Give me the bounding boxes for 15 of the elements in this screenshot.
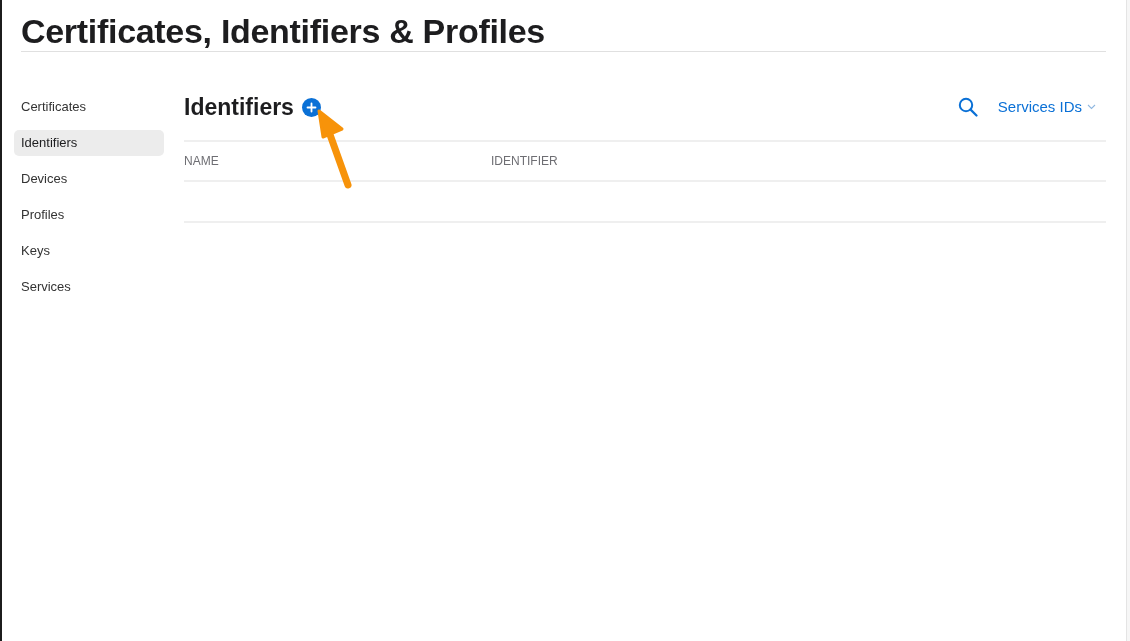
sidebar-item[interactable]: Devices (14, 166, 164, 192)
column-header: NAME (184, 153, 220, 170)
sidebar-item[interactable]: Profiles (14, 202, 164, 228)
page-title: Certificates, Identifiers & Profiles (21, 12, 545, 50)
add-icon[interactable] (301, 97, 321, 117)
sidebar-item[interactable]: Services (14, 274, 164, 300)
search-icon[interactable] (957, 97, 978, 117)
chevron-down-icon (1087, 104, 1096, 110)
column-header: IDENTIFIER (491, 153, 558, 170)
sidebar-item[interactable]: Keys (14, 238, 164, 264)
sidebar-item[interactable]: Certificates (14, 94, 164, 120)
sidebar-item[interactable]: Identifiers (14, 130, 164, 156)
filter-dropdown[interactable]: Services IDs (997, 95, 1096, 119)
section-title: Identifiers (184, 94, 294, 120)
arrow-icon (315, 109, 355, 189)
